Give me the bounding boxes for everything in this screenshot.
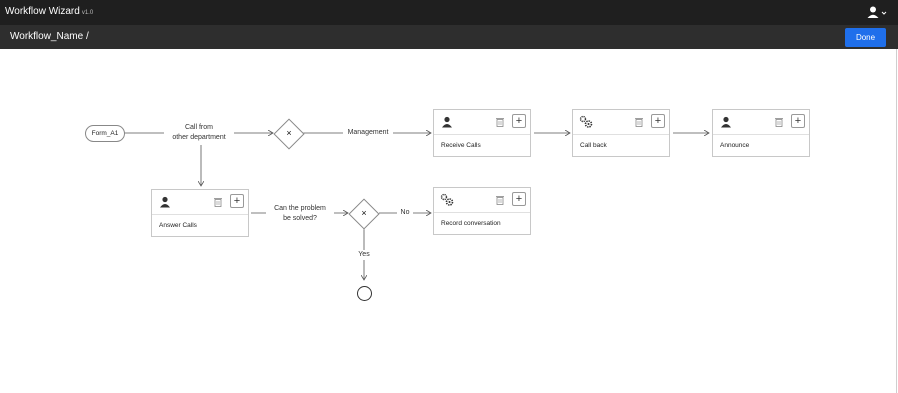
- edge-label-can-problem-line2: be solved?: [283, 215, 317, 222]
- top-bar: Workflow Wizard v1.0: [0, 0, 898, 25]
- task-name: Answer Calls: [159, 222, 197, 229]
- start-form-label: Form_A1: [91, 130, 119, 137]
- trash-icon[interactable]: [496, 117, 504, 127]
- trash-icon[interactable]: [214, 197, 222, 207]
- task-record-conversation[interactable]: + Record conversation: [433, 187, 531, 235]
- breadcrumb[interactable]: Workflow_Name /: [10, 31, 89, 42]
- edge-label-no: No: [397, 208, 413, 218]
- user-icon: [160, 196, 170, 208]
- add-step-button[interactable]: +: [230, 194, 244, 208]
- edge-label-management: Management: [343, 128, 393, 138]
- user-icon: [721, 116, 731, 128]
- start-form-node[interactable]: Form_A1: [85, 125, 125, 142]
- gears-icon: [579, 115, 593, 128]
- task-announce[interactable]: + Announce: [712, 109, 810, 157]
- edge-label-call-from-line1: Call from: [184, 124, 213, 131]
- task-name: Record conversation: [441, 220, 501, 227]
- breadcrumb-bar: Workflow_Name /: [0, 25, 898, 49]
- edge-label-can-problem: Can the problem be solved?: [266, 204, 334, 224]
- add-step-button[interactable]: +: [512, 192, 526, 206]
- task-call-back[interactable]: + Call back: [572, 109, 670, 157]
- workflow-canvas[interactable]: Form_A1 Call from other department × Mana…: [0, 49, 898, 393]
- user-menu[interactable]: [867, 5, 889, 20]
- trash-icon[interactable]: [635, 117, 643, 127]
- app-title: Workflow Wizard v1.0: [5, 6, 93, 17]
- add-step-button[interactable]: +: [791, 114, 805, 128]
- user-menu-icon: [867, 6, 887, 18]
- task-receive-calls[interactable]: + Receive Calls: [433, 109, 531, 157]
- edge-label-call-from-line2: other department: [172, 134, 226, 141]
- done-button[interactable]: Done: [845, 28, 886, 47]
- app-title-text: Workflow Wizard: [5, 6, 80, 17]
- edge-label-call-from: Call from other department: [164, 123, 234, 143]
- gateway-2-icon: ×: [361, 208, 367, 218]
- add-step-button[interactable]: +: [512, 114, 526, 128]
- task-name: Announce: [720, 142, 750, 149]
- task-answer-calls[interactable]: + Answer Calls: [151, 189, 249, 237]
- gears-icon: [440, 193, 454, 206]
- add-step-button[interactable]: +: [651, 114, 665, 128]
- end-event[interactable]: [357, 286, 372, 301]
- task-name: Call back: [580, 142, 607, 149]
- edge-label-yes: Yes: [355, 250, 373, 260]
- app-version: v1.0: [81, 10, 94, 16]
- edge-label-can-problem-line1: Can the problem: [274, 205, 326, 212]
- trash-icon[interactable]: [775, 117, 783, 127]
- task-name: Receive Calls: [441, 142, 481, 149]
- trash-icon[interactable]: [496, 195, 504, 205]
- gateway-1-icon: ×: [286, 128, 292, 138]
- user-icon: [442, 116, 452, 128]
